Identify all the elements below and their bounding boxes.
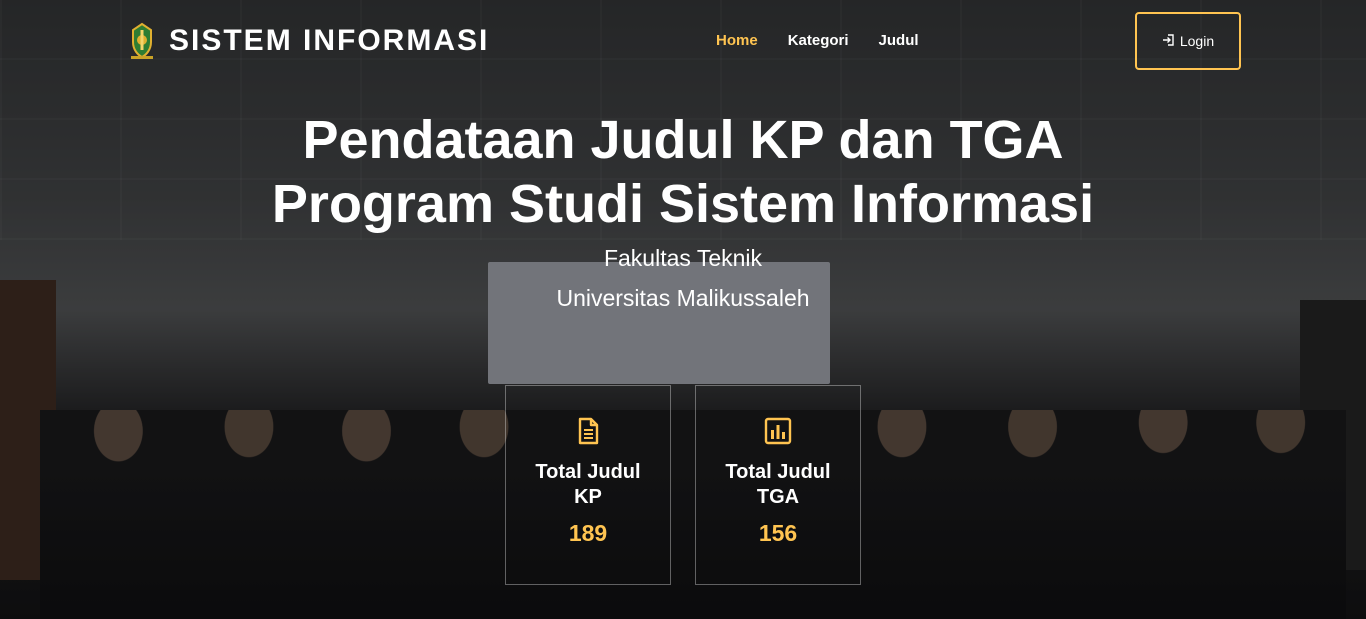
stat-label-kp: Total Judul KP (535, 461, 641, 508)
hero-title-line2: Program Studi Sistem Informasi (271, 174, 1095, 234)
login-icon (1162, 33, 1174, 49)
hero-title-line1: Pendataan Judul KP dan TGA (302, 110, 1064, 170)
hero-title: Pendataan Judul KP dan TGA Program Studi… (0, 108, 1366, 236)
site-header: SISTEM INFORMASI Home Kategori Judul Log… (0, 0, 1366, 80)
university-name: Universitas Malikussaleh (556, 285, 810, 311)
document-icon (573, 416, 603, 446)
main-nav: Home Kategori Judul (716, 32, 919, 49)
nav-item-judul[interactable]: Judul (879, 32, 919, 49)
login-label: Login (1179, 33, 1215, 49)
stat-card-kp: Total Judul KP 189 (505, 385, 671, 585)
university-crest-icon (127, 22, 157, 60)
nav-item-kategori[interactable]: Kategori (788, 32, 849, 49)
brand-title: SISTEM INFORMASI (169, 24, 490, 57)
stat-value-kp: 189 (568, 520, 608, 546)
bar-chart-icon (763, 416, 793, 446)
stat-value-tga: 156 (758, 520, 798, 546)
stat-card-tga: Total Judul TGA 156 (695, 385, 861, 585)
login-button[interactable]: Login (1135, 12, 1241, 70)
stat-label-tga: Total Judul TGA (725, 461, 831, 508)
nav-item-home[interactable]: Home (716, 32, 758, 49)
faculty-name: Fakultas Teknik (603, 245, 763, 271)
brand[interactable]: SISTEM INFORMASI (127, 22, 489, 60)
